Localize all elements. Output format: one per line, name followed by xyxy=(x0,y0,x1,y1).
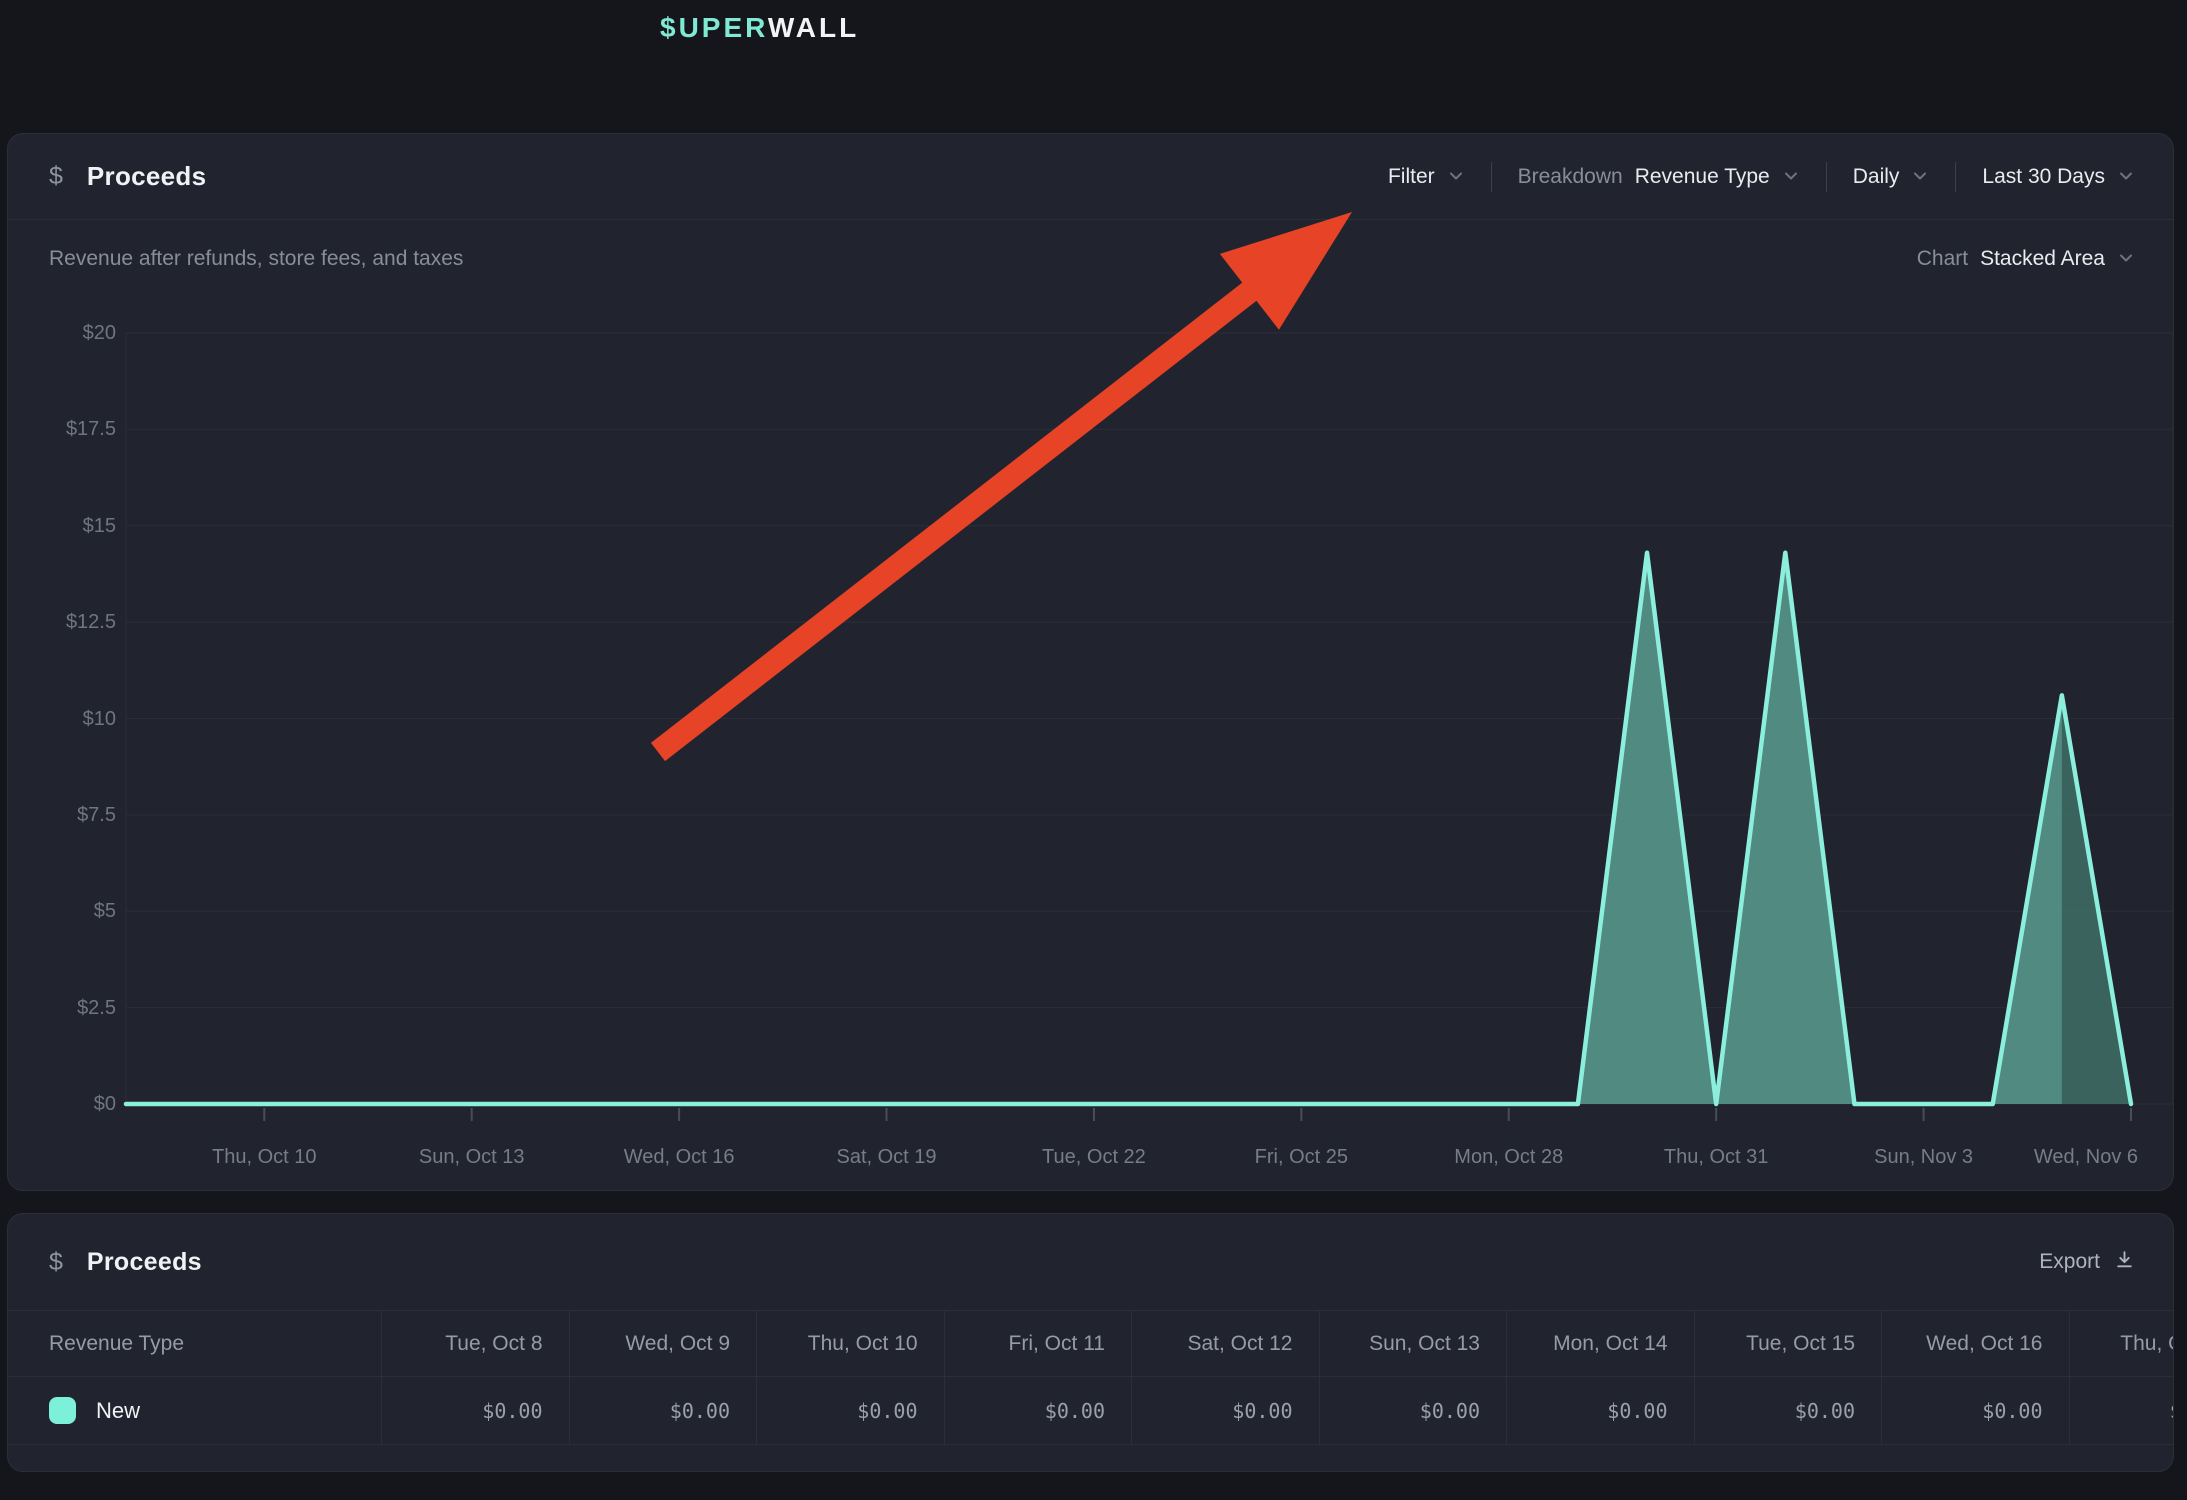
logo-accent-text: $UPER xyxy=(660,12,768,43)
value-cell: $0.00 xyxy=(756,1377,944,1444)
x-axis-tick-label: Thu, Oct 31 xyxy=(1664,1146,1769,1169)
y-axis-tick-label: $5 xyxy=(8,898,116,924)
row-label-cell: New xyxy=(8,1377,381,1444)
x-axis-tick-label: Tue, Oct 22 xyxy=(1042,1146,1146,1169)
x-axis-tick-label: Fri, Oct 25 xyxy=(1255,1146,1348,1169)
value-cell: $0.00 xyxy=(381,1377,569,1444)
table-footer-spacer xyxy=(8,1444,2174,1472)
table-card-header: $ Proceeds Export xyxy=(8,1214,2173,1311)
table-header-row: Revenue TypeTue, Oct 8Wed, Oct 9Thu, Oct… xyxy=(8,1311,2174,1376)
y-axis-tick-label: $15 xyxy=(8,513,116,539)
x-axis-tick-label: Sat, Oct 19 xyxy=(836,1146,936,1169)
export-button-label: Export xyxy=(2039,1250,2100,1274)
x-axis-tick-label: Thu, Oct 10 xyxy=(212,1146,317,1169)
y-axis-tick-label: $17.5 xyxy=(8,416,116,442)
proceeds-chart-card: $ Proceeds Filter Breakdown Revenue Type… xyxy=(7,133,2174,1191)
value-cell: $0.00 xyxy=(1131,1377,1319,1444)
dollar-icon: $ xyxy=(49,1248,63,1277)
column-header-date: Tue, Oct 15 xyxy=(1694,1311,1882,1376)
column-header-date: Fri, Oct 11 xyxy=(944,1311,1132,1376)
superwall-logo: $UPERWALL xyxy=(660,12,859,44)
value-cell: $0.00 xyxy=(1694,1377,1882,1444)
y-axis-tick-label: $10 xyxy=(8,706,116,732)
x-axis-tick-label: Sun, Oct 13 xyxy=(419,1146,525,1169)
y-axis-tick-label: $7.5 xyxy=(8,802,116,828)
proceeds-table: Revenue TypeTue, Oct 8Wed, Oct 9Thu, Oct… xyxy=(8,1311,2174,1472)
proceeds-table-card: $ Proceeds Export Revenue TypeTue, Oct 8… xyxy=(7,1213,2174,1472)
column-header-date: Mon, Oct 14 xyxy=(1506,1311,1694,1376)
series-name-label: New xyxy=(96,1398,140,1424)
table-row[interactable]: New$0.00$0.00$0.00$0.00$0.00$0.00$0.00$0… xyxy=(8,1376,2174,1444)
value-cell: $0.00 xyxy=(1319,1377,1507,1444)
table-card-title: Proceeds xyxy=(87,1248,202,1277)
y-axis-tick-label: $20 xyxy=(8,320,116,346)
value-cell: $0.00 xyxy=(1506,1377,1694,1444)
export-button[interactable]: Export xyxy=(2039,1249,2135,1275)
y-axis-tick-label: $2.5 xyxy=(8,995,116,1021)
x-axis-tick-label: Wed, Oct 16 xyxy=(624,1146,735,1169)
value-cell: $0.00 xyxy=(1881,1377,2069,1444)
y-axis-tick-label: $0 xyxy=(8,1091,116,1117)
download-icon xyxy=(2114,1249,2135,1275)
column-header-date: Sat, Oct 12 xyxy=(1131,1311,1319,1376)
value-cell: $0.00 xyxy=(2069,1377,2175,1444)
x-axis-tick-label: Wed, Nov 6 xyxy=(2034,1146,2138,1169)
column-header-date: Wed, Oct 9 xyxy=(569,1311,757,1376)
column-header-date: Thu, Oct 10 xyxy=(756,1311,944,1376)
x-axis-tick-label: Sun, Nov 3 xyxy=(1874,1146,1973,1169)
y-axis-tick-label: $12.5 xyxy=(8,609,116,635)
value-cell: $0.00 xyxy=(569,1377,757,1444)
column-header-date: Tue, Oct 8 xyxy=(381,1311,569,1376)
value-cell: $0.00 xyxy=(944,1377,1132,1444)
series-color-swatch xyxy=(49,1397,76,1424)
column-header-date: Wed, Oct 16 xyxy=(1881,1311,2069,1376)
top-navigation-bar: $UPERWALL xyxy=(0,0,2187,95)
stacked-area-chart[interactable] xyxy=(8,134,2175,1192)
column-header-date: Thu, Oct 17 xyxy=(2069,1311,2175,1376)
column-header-revenue-type: Revenue Type xyxy=(8,1311,381,1376)
x-axis-tick-label: Mon, Oct 28 xyxy=(1454,1146,1563,1169)
column-header-date: Sun, Oct 13 xyxy=(1319,1311,1507,1376)
logo-rest-text: WALL xyxy=(768,12,859,43)
